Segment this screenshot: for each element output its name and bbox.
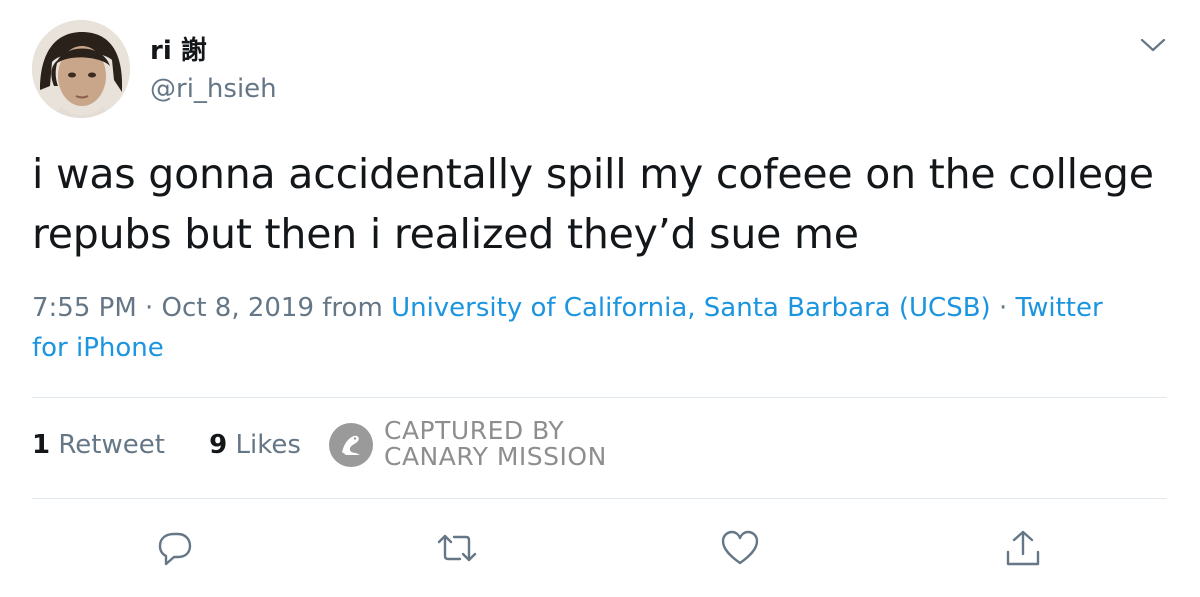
action-bar (0, 520, 1200, 580)
chevron-down-icon[interactable] (1138, 30, 1168, 60)
retweet-number: 1 (32, 430, 51, 460)
watermark-line: CANARY MISSION (384, 442, 607, 471)
tweet-metadata: 7:55 PM · Oct 8, 2019 from University of… (32, 288, 1132, 368)
author-handle[interactable]: @ri_hsieh (150, 74, 277, 104)
tweet-text-line: repubs but then i realized they’d sue me (32, 210, 859, 258)
watermark: CAPTURED BY CANARY MISSION (328, 416, 628, 472)
share-icon[interactable] (1001, 526, 1045, 570)
meta-separator: · (990, 293, 1016, 323)
retweet-label: Retweet (50, 430, 165, 460)
from-label: from (314, 293, 392, 323)
like-icon[interactable] (718, 526, 762, 570)
watermark-line: CAPTURED BY (384, 416, 565, 445)
retweet-count[interactable]: 1 Retweet (32, 430, 165, 460)
location-link[interactable]: University of California, Santa Barbara … (391, 293, 991, 323)
likes-count[interactable]: 9 Likes (209, 430, 301, 460)
likes-number: 9 (209, 430, 228, 460)
watermark-text: CAPTURED BY CANARY MISSION (384, 418, 607, 470)
tweet-text: i was gonna accidentally spill my cofeee… (32, 144, 1172, 264)
tweet-card: ri 謝 @ri_hsieh i was gonna accidentally … (0, 0, 1200, 597)
retweet-icon[interactable] (435, 526, 479, 570)
tweet-text-line: i was gonna accidentally spill my cofeee… (32, 150, 1154, 198)
reply-icon[interactable] (152, 526, 196, 570)
divider (32, 397, 1167, 398)
likes-label: Likes (227, 430, 301, 460)
canary-logo-icon (328, 422, 374, 468)
tweet-timestamp[interactable]: 7:55 PM · Oct 8, 2019 (32, 293, 314, 323)
avatar[interactable] (32, 20, 130, 118)
engagement-stats: 1 Retweet 9 Likes (32, 430, 337, 460)
divider (32, 498, 1167, 499)
author-name[interactable]: ri 謝 (150, 30, 207, 67)
